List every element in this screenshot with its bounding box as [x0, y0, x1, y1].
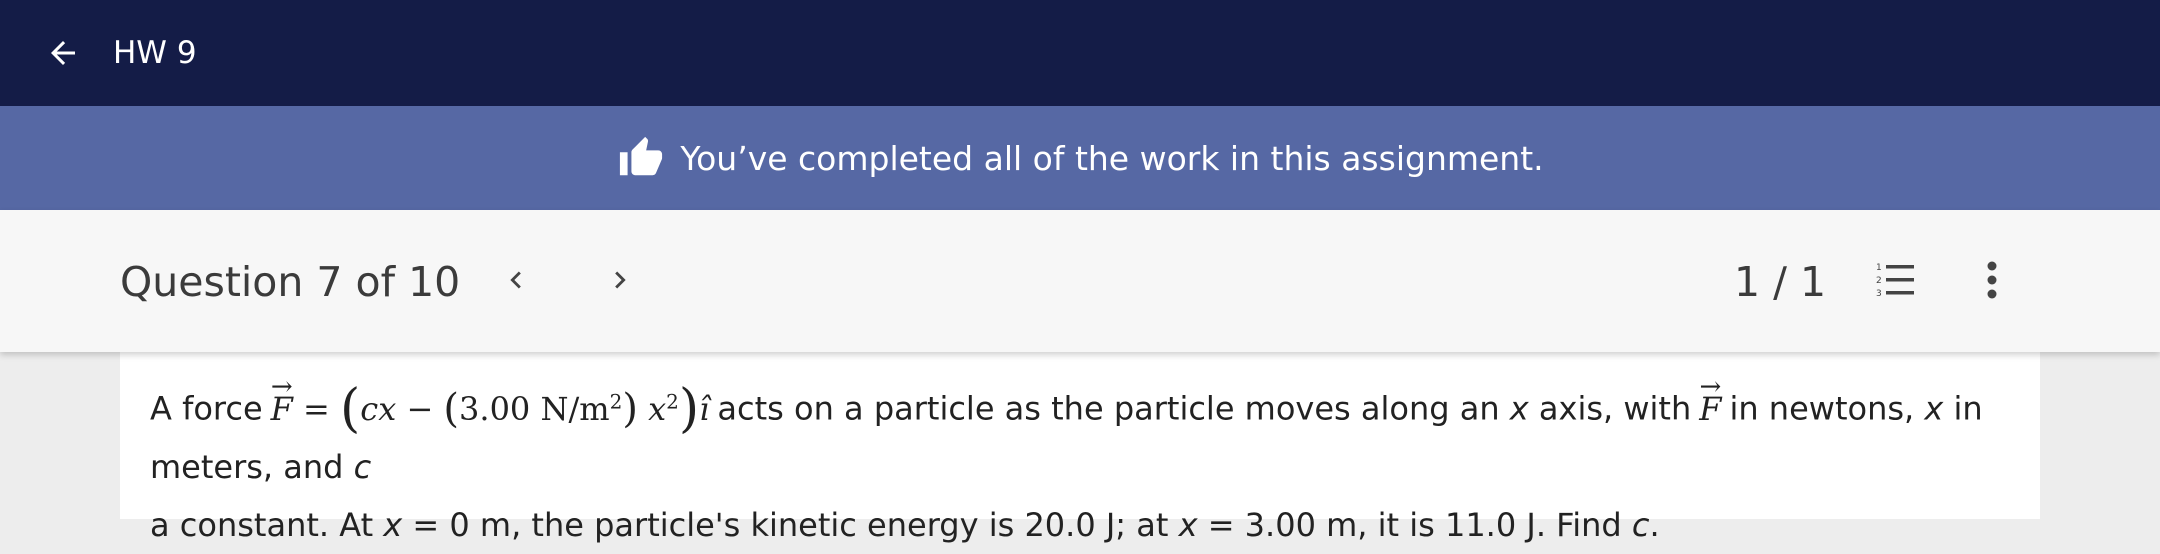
numbered-list-icon: 1 2 3 [1876, 263, 1914, 299]
attempt-count: 1 / 1 [1734, 258, 1827, 306]
minus-sign: − [406, 389, 434, 428]
svg-text:1: 1 [1876, 263, 1882, 273]
x-zero-var: x [383, 505, 403, 544]
question-list-button[interactable]: 1 2 3 [1868, 252, 1924, 308]
force-vector: F [271, 380, 293, 438]
coefficient: 3.00 N/m [459, 389, 610, 428]
end-period: . [1649, 505, 1660, 544]
top-bar: HW 9 [0, 0, 2160, 106]
coefficient-exponent: 2 [609, 389, 623, 413]
line2-b: = 0 m, the particle's kinetic energy is … [402, 505, 1179, 544]
x-three-var: x [1178, 505, 1198, 544]
intro-text: A force [150, 389, 263, 428]
previous-question-button[interactable] [488, 252, 544, 308]
equals-sign: = [303, 389, 330, 428]
completion-message: You’ve completed all of the work in this… [680, 138, 1544, 178]
arrow-left-icon [51, 41, 75, 65]
thumbs-up-icon [620, 136, 663, 176]
x-meters-var: x [1924, 389, 1944, 428]
x-exponent: 2 [666, 389, 679, 413]
line2-c: = 3.00 m, it is 11.0 J. Find [1197, 505, 1632, 544]
x-variable: x [648, 389, 667, 428]
more-options-button[interactable] [1964, 252, 2020, 308]
chevron-left-icon [510, 271, 521, 289]
back-button[interactable] [33, 23, 93, 83]
x-axis-var: x [1509, 389, 1529, 428]
after-formula-text: acts on a particle as the particle moves… [717, 389, 1510, 428]
c-var-2: c [1631, 505, 1650, 544]
axis-text: axis, with [1528, 389, 1692, 428]
force-formula: F = (cx − (3.00 N/m2) x2)î [271, 380, 710, 438]
assignment-title: HW 9 [113, 35, 197, 71]
c-var-1: c [353, 447, 372, 486]
more-vertical-icon [1987, 261, 1997, 299]
svg-text:3: 3 [1876, 289, 1882, 299]
svg-text:2: 2 [1876, 276, 1882, 286]
chevron-right-icon [615, 271, 626, 289]
unit-vector: î [699, 389, 710, 428]
cx-term: cx [360, 389, 397, 428]
line2-a: a constant. At [150, 505, 384, 544]
next-question-button[interactable] [592, 252, 648, 308]
question-title: Question 7 of 10 [120, 258, 461, 306]
newtons-text: in newtons, [1729, 389, 1925, 428]
question-content: A forceF = (cx − (3.00 N/m2) x2)îacts on… [120, 352, 2040, 544]
question-text: A forceF = (cx − (3.00 N/m2) x2)îacts on… [150, 372, 2030, 554]
completion-banner: You’ve completed all of the work in this… [0, 106, 2160, 210]
question-navigation: Question 7 of 10 1 / 1 1 2 3 [0, 210, 2160, 352]
force-vector-2: F [1699, 380, 1721, 438]
